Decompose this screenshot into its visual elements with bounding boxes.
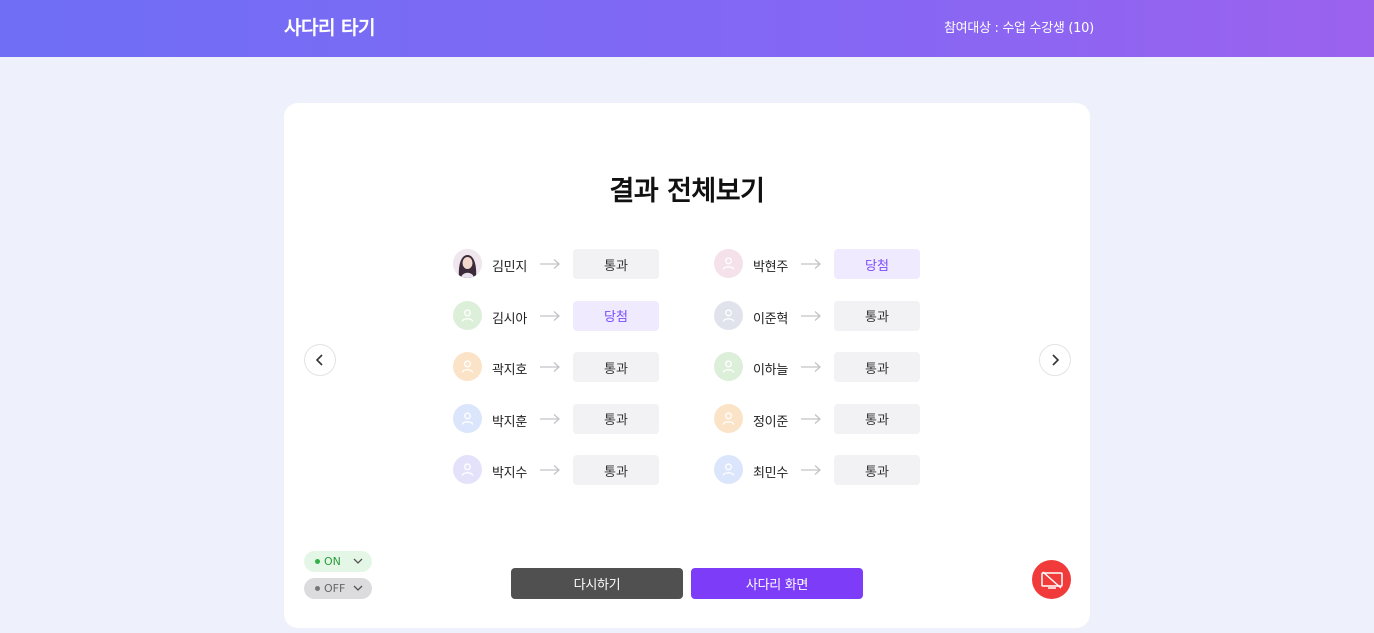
result-badge: 통과	[834, 455, 920, 485]
retry-button[interactable]: 다시하기	[511, 568, 683, 599]
user-icon	[722, 257, 735, 270]
app-title: 사다리 타기	[284, 17, 376, 39]
chevron-down-icon	[353, 558, 363, 564]
result-row: 이준혁 통과	[714, 300, 924, 331]
result-badge: 통과	[573, 249, 659, 279]
participant-name: 박현주	[753, 260, 788, 275]
participants-label: 참여대상 : 수업 수강생 (10)	[944, 21, 1094, 36]
result-column-right: 박현주 당첨 이준혁 통과 이하늘 통과 정이준 통과 최민수 통과	[714, 249, 924, 507]
toggle-on-dropdown[interactable]: ON	[304, 551, 372, 572]
result-row: 이하늘 통과	[714, 352, 924, 382]
participant-name: 이준혁	[753, 311, 788, 327]
user-icon	[722, 411, 735, 425]
avatar	[714, 249, 743, 278]
participant-name: 이하늘	[753, 363, 788, 378]
next-page-button[interactable]	[1039, 344, 1071, 376]
result-badge: 당첨	[573, 300, 659, 331]
arrow-right-icon	[801, 259, 821, 269]
arrow-right-icon	[540, 413, 560, 424]
result-row: 정이준 통과	[714, 403, 924, 434]
arrow-right-icon	[540, 310, 560, 321]
toggle-on-label: ON	[324, 555, 341, 568]
avatar	[453, 403, 482, 433]
avatar	[453, 352, 482, 381]
result-column-left: 김민지 통과 김시아 당첨 곽지호 통과 박지훈 통과 박지수 통과	[453, 249, 663, 507]
status-dot	[315, 559, 320, 564]
arrow-right-icon	[801, 310, 821, 321]
participant-name: 김민지	[492, 260, 527, 275]
prev-page-button[interactable]	[304, 344, 336, 376]
result-row: 김민지 통과	[453, 249, 663, 279]
arrow-right-icon	[801, 362, 821, 372]
result-badge: 통과	[573, 352, 659, 382]
avatar	[453, 249, 482, 278]
participant-name: 박지훈	[492, 414, 527, 430]
result-row: 박현주 당첨	[714, 249, 924, 279]
avatar	[714, 300, 743, 330]
ladder-screen-button[interactable]: 사다리 화면	[691, 568, 863, 599]
participant-name: 박지수	[492, 466, 527, 481]
result-row: 박지수 통과	[453, 455, 663, 485]
result-badge: 당첨	[834, 249, 920, 279]
result-badge: 통과	[834, 352, 920, 382]
page-title: 결과 전체보기	[609, 176, 765, 207]
result-row: 최민수 통과	[714, 455, 924, 485]
user-icon	[461, 411, 474, 425]
result-badge: 통과	[573, 403, 659, 434]
arrow-right-icon	[540, 362, 560, 372]
profile-photo-icon	[453, 249, 482, 278]
status-dot	[315, 586, 320, 591]
arrow-right-icon	[540, 465, 560, 475]
screen-off-button[interactable]	[1032, 560, 1071, 599]
result-row: 박지훈 통과	[453, 403, 663, 434]
header-bar: 사다리 타기 참여대상 : 수업 수강생 (10)	[0, 0, 1374, 57]
chevron-right-icon	[1052, 354, 1060, 366]
participant-name: 최민수	[753, 466, 788, 481]
avatar	[714, 403, 743, 433]
chevron-left-icon	[315, 354, 323, 366]
result-card: 결과 전체보기 김민지 통과 김시아 당첨 곽지호 통과 박지훈 통과 박지수 통과 박현주 당첨 이…	[284, 103, 1090, 628]
avatar	[453, 300, 482, 330]
avatar	[714, 352, 743, 381]
participant-name: 김시아	[492, 311, 527, 327]
chevron-down-icon	[353, 585, 363, 591]
user-icon	[461, 360, 474, 373]
user-icon	[461, 463, 474, 476]
arrow-right-icon	[540, 259, 560, 269]
arrow-right-icon	[801, 413, 821, 424]
result-row: 김시아 당첨	[453, 300, 663, 331]
toggle-off-dropdown[interactable]: OFF	[304, 578, 372, 599]
avatar	[714, 455, 743, 484]
result-badge: 통과	[573, 455, 659, 485]
user-icon	[722, 360, 735, 373]
arrow-right-icon	[801, 465, 821, 475]
participant-name: 곽지호	[492, 363, 527, 378]
toggle-off-label: OFF	[324, 582, 346, 595]
user-icon	[722, 308, 735, 322]
user-icon	[461, 308, 474, 322]
user-icon	[722, 463, 735, 476]
result-badge: 통과	[834, 300, 920, 331]
result-badge: 통과	[834, 403, 920, 434]
result-row: 곽지호 통과	[453, 352, 663, 382]
avatar	[453, 455, 482, 484]
participant-name: 정이준	[753, 414, 788, 430]
screen-off-icon	[1040, 570, 1063, 589]
